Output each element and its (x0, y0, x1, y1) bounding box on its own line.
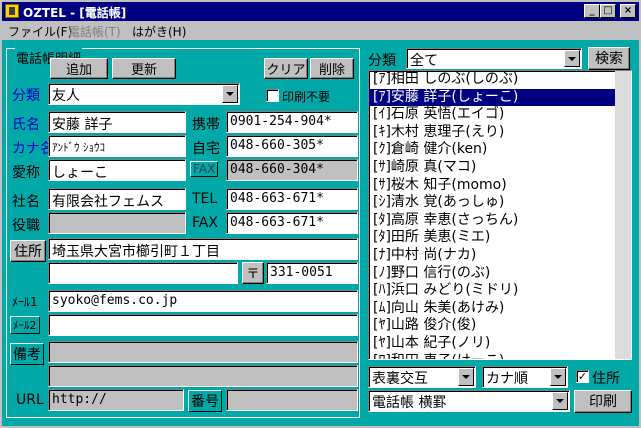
home-label: 自宅 (192, 141, 220, 157)
number-input[interactable] (226, 389, 358, 411)
address2-input[interactable] (48, 262, 238, 284)
update-button[interactable]: 更新 (112, 58, 176, 79)
maximize-button[interactable]: □ (600, 4, 616, 18)
app-window: OZTEL - [電話帳] _ □ × ファイル(F) 電話帳(T) はがき(H… (0, 0, 641, 428)
list-item[interactable]: [ｻ]桜木 知子(momo) (369, 177, 631, 195)
list-item[interactable]: [ﾊ]浜口 みどり(ミドリ) (369, 282, 631, 300)
zip-input[interactable]: 331-0051 (266, 262, 358, 284)
menu-bar: ファイル(F) 電話帳(T) はがき(H) (2, 22, 639, 39)
category-value: 友人 (52, 88, 80, 104)
format-value: 電話帳 横罫 (372, 395, 447, 411)
format-select[interactable]: 電話帳 横罫 (368, 390, 570, 412)
sort-value: カナ順 (486, 371, 528, 387)
mail2-button[interactable]: ﾒｰﾙ2 (10, 316, 40, 334)
fax-input[interactable]: 048-660-304* (226, 159, 358, 181)
position-input[interactable] (48, 212, 186, 234)
company-tel-label: TEL (192, 191, 218, 207)
list-item[interactable]: [ｷ]木村 恵理子(えり) (369, 124, 631, 142)
chevron-down-icon[interactable] (552, 392, 568, 410)
nickname-label: 愛称 (12, 165, 40, 181)
print-button[interactable]: 印刷 (574, 390, 632, 413)
menu-phonebook[interactable]: 電話帳(T) (68, 23, 121, 40)
add-button[interactable]: 追加 (50, 58, 108, 79)
app-icon[interactable] (5, 4, 19, 18)
list-item[interactable]: [ｱ]相田 しのぶ(しのぶ) (369, 71, 631, 89)
delete-button[interactable]: 削除 (310, 58, 354, 79)
address-check-label: 住所 (592, 371, 620, 387)
category-select[interactable]: 友人 (48, 83, 240, 105)
sort-select[interactable]: カナ順 (482, 366, 568, 388)
list-item[interactable]: [ﾉ]野口 信行(のぶ) (369, 265, 631, 283)
company-tel-input[interactable]: 048-663-671* (226, 188, 358, 210)
title-bar[interactable]: OZTEL - [電話帳] _ □ × (2, 2, 639, 21)
chevron-down-icon[interactable] (458, 368, 474, 386)
home-input[interactable]: 048-660-305* (226, 135, 358, 157)
name-input[interactable]: 安藤 詳子 (48, 111, 186, 133)
kana-input[interactable]: ｱﾝﾄﾞｳ ｼｮｳｺ (48, 135, 186, 157)
list-item[interactable]: [ｼ]清水 覚(あっしゅ) (369, 194, 631, 212)
mobile-label: 携帯 (192, 117, 220, 133)
company-input[interactable]: 有限会社フェムス (48, 188, 186, 210)
list-item[interactable]: [ﾑ]向山 朱美(あけみ) (369, 300, 631, 318)
print-side-select[interactable]: 表裏交互 (368, 366, 476, 388)
company-label: 社名 (12, 194, 40, 210)
list-item[interactable]: [ﾀ]高原 幸恵(さっちん) (369, 212, 631, 230)
company-fax-input[interactable]: 048-663-671* (226, 212, 358, 234)
list-item[interactable]: [ｱ]安藤 詳子(しょーこ) (369, 88, 631, 107)
list-item[interactable]: [ｲ]石原 英悟(エイゴ) (369, 106, 631, 124)
list-item[interactable]: [ﾔ]山路 俊介(俊) (369, 317, 631, 335)
mail1-input[interactable]: syoko@fems.co.jp (48, 290, 358, 312)
category-label: 分類 (12, 88, 40, 104)
note-button[interactable]: 備考 (10, 343, 44, 365)
search-category-label: 分類 (368, 53, 396, 69)
search-category-select[interactable]: 全て (406, 48, 582, 69)
list-item[interactable]: [ﾅ]中村 尚(ナカ) (369, 247, 631, 265)
list-scrollbar[interactable] (615, 71, 631, 359)
print-side-value: 表裏交互 (372, 371, 428, 387)
name-label: 氏名 (12, 117, 40, 133)
clear-button[interactable]: クリア (264, 58, 308, 79)
contact-rows: [ｱ]相田 しのぶ(しのぶ) [ｱ]安藤 詳子(しょーこ) [ｲ]石原 英悟(エイゴ… (369, 71, 631, 360)
chevron-down-icon[interactable] (222, 85, 238, 103)
no-print-checkbox[interactable] (266, 89, 279, 102)
mobile-input[interactable]: 0901-254-904* (226, 111, 358, 133)
minimize-button[interactable]: _ (584, 4, 600, 18)
note-input-2[interactable] (48, 365, 358, 387)
search-category-value: 全て (410, 53, 438, 69)
mail2-input[interactable] (48, 314, 358, 336)
chevron-down-icon[interactable] (550, 368, 566, 386)
nickname-input[interactable]: しょーこ (48, 159, 186, 181)
client-area: 電話帳明細 追加 更新 クリア 削除 分類 友人 印刷不要 氏名 安藤 詳子 カ… (2, 40, 639, 426)
fax-button[interactable]: FAX (190, 161, 219, 177)
address-input[interactable]: 埼玉県大宮市櫛引町１丁目 (48, 238, 358, 260)
zip-button[interactable]: 〒 (242, 262, 264, 284)
search-button[interactable]: 検索 (588, 47, 630, 70)
contact-list[interactable]: [ｱ]相田 しのぶ(しのぶ) [ｱ]安藤 詳子(しょーこ) [ｲ]石原 英悟(エイゴ… (368, 70, 632, 360)
window-title: OZTEL - [電話帳] (23, 6, 127, 20)
address-button[interactable]: 住所 (10, 240, 46, 262)
chevron-down-icon[interactable] (564, 50, 580, 67)
mail1-label: ﾒｰﾙ1 (12, 295, 38, 309)
number-button[interactable]: 番号 (188, 390, 222, 412)
list-item[interactable]: [ﾜ]和田 恵子(けーこ) (369, 353, 631, 360)
list-item[interactable]: [ｸ]倉崎 健介(ken) (369, 141, 631, 159)
note-input-1[interactable] (48, 341, 358, 363)
close-button[interactable]: × (620, 4, 636, 18)
list-item[interactable]: [ﾔ]山本 紀子(ノリ) (369, 335, 631, 353)
list-item[interactable]: [ﾀ]田所 美恵(ミエ) (369, 229, 631, 247)
menu-file[interactable]: ファイル(F) (8, 23, 72, 40)
url-label: URL (16, 392, 44, 408)
address-checkbox[interactable]: ✓ (576, 370, 589, 383)
menu-postcard[interactable]: はがき(H) (132, 23, 186, 40)
company-fax-label: FAX (192, 215, 218, 231)
no-print-label: 印刷不要 (282, 90, 331, 104)
url-input[interactable]: http:// (48, 389, 184, 411)
position-label: 役職 (12, 218, 40, 234)
list-item[interactable]: [ｻ]崎原 真(マコ) (369, 159, 631, 177)
